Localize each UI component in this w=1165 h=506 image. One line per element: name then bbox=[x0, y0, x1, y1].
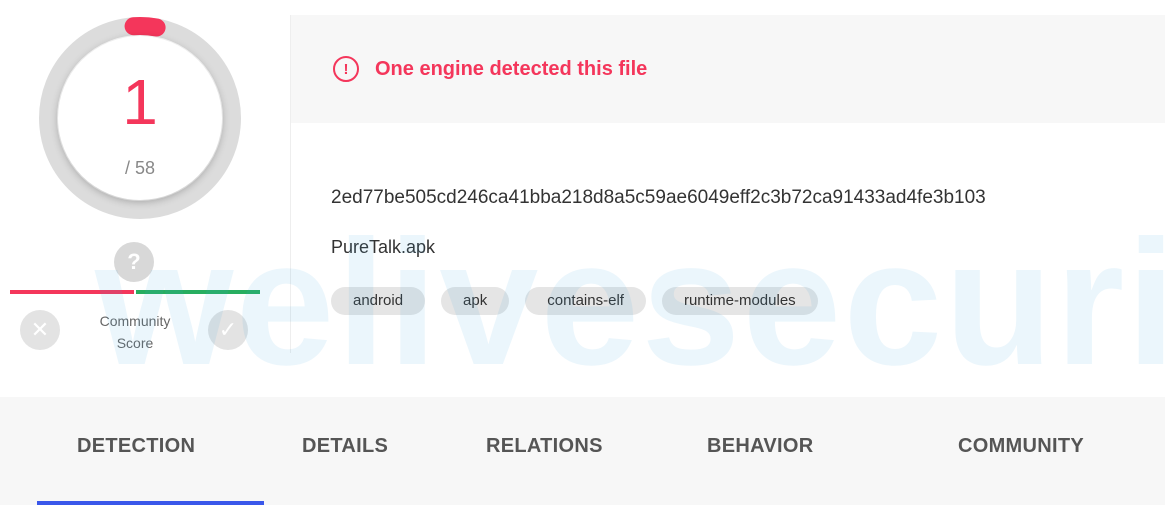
community-positive-bar bbox=[136, 290, 260, 294]
active-tab-indicator bbox=[37, 501, 264, 505]
detection-score-ring: 1 / 58 bbox=[38, 16, 242, 220]
tab-behavior[interactable]: BEHAVIOR bbox=[707, 435, 813, 458]
question-icon[interactable]: ? bbox=[114, 242, 154, 282]
alert-circle-icon: ! bbox=[333, 56, 359, 82]
tag-android[interactable]: android bbox=[331, 287, 426, 315]
tab-bar: DETECTION DETAILS RELATIONS BEHAVIOR COM… bbox=[0, 397, 1165, 505]
tab-detection[interactable]: DETECTION bbox=[77, 435, 195, 458]
community-score-bar bbox=[10, 290, 260, 294]
detection-message: One engine detected this file bbox=[375, 57, 648, 80]
tag-apk[interactable]: apk bbox=[441, 287, 510, 315]
tab-relations[interactable]: RELATIONS bbox=[486, 435, 603, 458]
engine-total: / 58 bbox=[124, 158, 156, 178]
tag-contains-elf[interactable]: contains-elf bbox=[525, 287, 646, 315]
detection-banner: ! One engine detected this file bbox=[291, 15, 1165, 123]
check-icon[interactable]: ✓ bbox=[208, 310, 248, 350]
tab-details[interactable]: DETAILS bbox=[302, 435, 388, 458]
close-icon[interactable]: ✕ bbox=[20, 310, 60, 350]
file-hash[interactable]: 2ed77be505cd246ca41bba218d8a5c59ae6049ef… bbox=[331, 187, 986, 209]
community-score-label: Community Score bbox=[99, 313, 171, 351]
score-ring-center: 1 / 58 bbox=[58, 36, 222, 200]
file-name: PureTalk.apk bbox=[331, 237, 436, 257]
file-info-panel: ! One engine detected this file 2ed77be5… bbox=[290, 15, 1165, 353]
tab-community[interactable]: COMMUNITY bbox=[958, 435, 1084, 458]
question-glyph: ? bbox=[127, 249, 141, 274]
tag-runtime-modules[interactable]: runtime-modules bbox=[661, 287, 818, 315]
file-tags: android apk contains-elf runtime-modules bbox=[331, 287, 818, 315]
detected-count: 1 bbox=[122, 66, 158, 138]
community-negative-bar bbox=[10, 290, 134, 294]
